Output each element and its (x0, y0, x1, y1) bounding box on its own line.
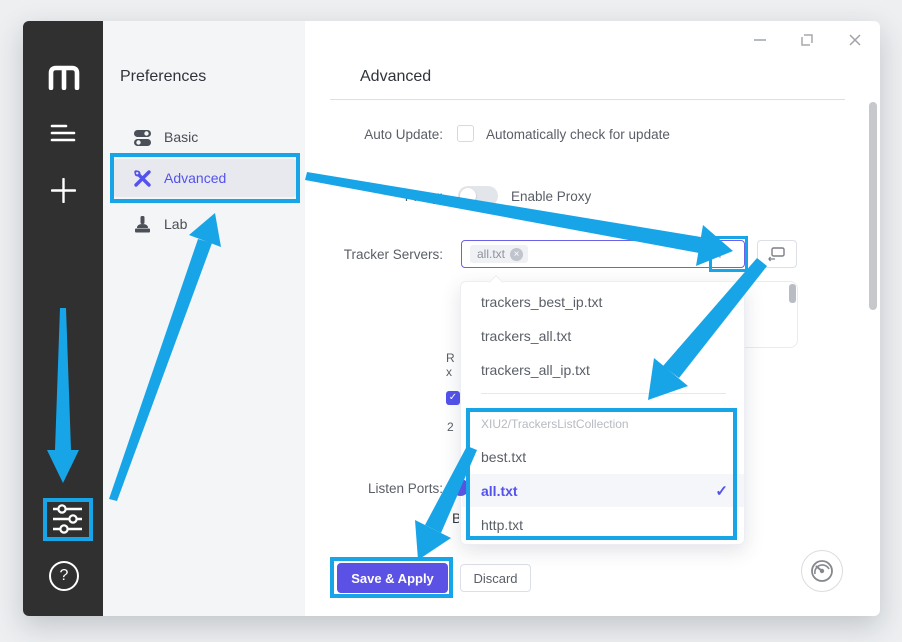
maximize-restore-button[interactable] (798, 31, 816, 53)
auto-update-checkbox[interactable] (457, 125, 474, 142)
hidden-text-fragment: 2 (447, 420, 454, 434)
textarea-scrollbar[interactable] (789, 284, 796, 303)
hidden-text-fragment: B (452, 510, 459, 526)
selected-tracker-tag: all.txt × (470, 245, 528, 263)
tracker-servers-label: Tracker Servers: (283, 247, 443, 262)
toggles-icon (133, 128, 152, 147)
hidden-text-fragment: R (446, 351, 455, 365)
main-scrollbar[interactable] (869, 102, 877, 310)
tag-remove-icon[interactable]: × (510, 248, 523, 261)
dropdown-divider (481, 393, 726, 394)
auto-update-checkbox-label: Automatically check for update (486, 127, 670, 142)
dropdown-option[interactable]: trackers_all_ip.txt (462, 353, 744, 386)
annotation-box-advanced (110, 153, 300, 203)
preferences-title: Preferences (120, 68, 206, 86)
proxy-toggle[interactable] (458, 186, 498, 206)
tag-label: all.txt (477, 247, 505, 261)
motrix-logo-icon (48, 64, 80, 90)
hidden-checkbox-fragment[interactable]: ✓ (446, 391, 460, 405)
page-title: Advanced (360, 68, 431, 86)
lab-stamp-icon (133, 215, 152, 234)
proxy-toggle-label: Enable Proxy (511, 189, 591, 204)
speed-limit-button[interactable] (801, 550, 843, 592)
sidebar-item-label: Basic (164, 129, 198, 145)
help-glyph: ? (60, 567, 69, 585)
app-screenshot: ? Preferences Basic Advanced Lab (0, 0, 902, 642)
sidebar-item-label: Lab (164, 216, 187, 232)
sidebar-item-lab[interactable]: Lab (113, 205, 297, 243)
title-divider (330, 99, 845, 100)
sidebar-item-basic[interactable]: Basic (113, 118, 297, 156)
close-icon[interactable] (846, 31, 864, 53)
help-icon[interactable]: ? (49, 561, 79, 591)
annotation-box-settings (43, 498, 93, 541)
sync-trackers-button[interactable] (757, 240, 797, 268)
minimize-button[interactable] (751, 31, 769, 53)
hidden-text-fragment: x (446, 365, 452, 379)
annotation-box-dropdown-group (466, 408, 737, 540)
task-list-icon[interactable] (50, 122, 76, 144)
auto-update-label: Auto Update: (283, 127, 443, 142)
discard-button[interactable]: Discard (460, 564, 531, 592)
speedometer-icon (809, 558, 835, 584)
proxy-label: Proxy: (283, 189, 443, 204)
sync-icon (768, 246, 786, 262)
annotation-box-save (330, 557, 453, 598)
dropdown-option[interactable]: trackers_all.txt (462, 319, 744, 352)
listen-ports-label: Listen Ports: (283, 481, 443, 496)
add-task-icon[interactable] (51, 178, 76, 203)
dropdown-option[interactable]: trackers_best_ip.txt (462, 285, 744, 318)
toggle-knob (460, 188, 476, 204)
preferences-panel (103, 21, 305, 616)
tracker-servers-select[interactable]: all.txt × (461, 240, 745, 268)
annotation-box-caret (709, 236, 748, 272)
